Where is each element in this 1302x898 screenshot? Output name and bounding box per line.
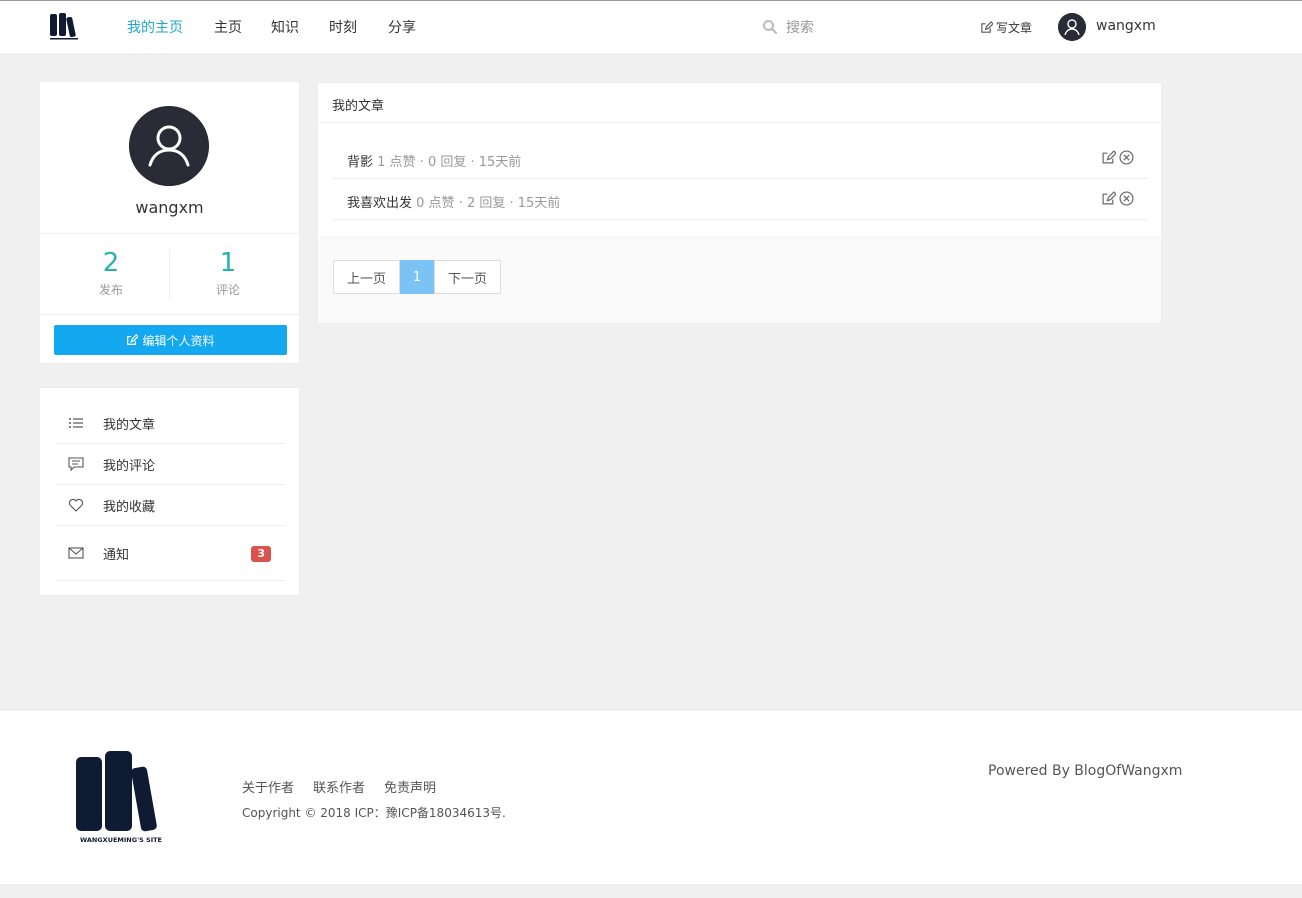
article-meta: 0 点赞 · 2 回复 · 15天前 (416, 196, 561, 211)
next-page-button[interactable]: 下一页 (434, 260, 501, 294)
disclaimer-link[interactable]: 免责声明 (384, 777, 436, 796)
footer-links: 关于作者 联系作者 免责声明 (242, 777, 436, 796)
pagination: 上一页 1 下一页 (333, 260, 501, 294)
powered-by-text: Powered By BlogOfWangxm (988, 763, 1183, 779)
comment-icon (68, 457, 84, 472)
write-article-link[interactable]: 写文章 (980, 19, 1032, 36)
my-articles-panel: 我的文章 背影 1 点赞 · 0 回复 · 15天前 我喜欢出发 0 点赞 · … (317, 82, 1162, 324)
list-icon (69, 418, 83, 428)
menu-label: 我的收藏 (103, 499, 156, 515)
posts-label: 发布 (98, 283, 123, 297)
menu-label: 我的文章 (103, 417, 156, 433)
notification-badge: 3 (251, 546, 271, 562)
edit-profile-button[interactable]: 编辑个人资料 (54, 325, 287, 355)
avatar (129, 106, 209, 186)
site-logo-icon[interactable] (48, 11, 80, 41)
profile-name: wangxm (135, 198, 204, 217)
copyright-text: Copyright © 2018 ICP：豫ICP备18034613号. (242, 806, 506, 820)
footer-logo-icon: WANGXUEMING'S SITE (76, 751, 162, 844)
comments-stat[interactable]: 1 评论 (170, 247, 286, 298)
divider (40, 314, 299, 315)
user-avatar-icon[interactable] (1058, 13, 1086, 41)
menu-item-notifications[interactable]: 通知 3 (56, 526, 285, 581)
article-title-link[interactable]: 背影 (347, 155, 373, 170)
prev-page-button[interactable]: 上一页 (333, 260, 400, 294)
nav-share[interactable]: 分享 (388, 17, 416, 37)
edit-profile-label: 编辑个人资料 (142, 333, 215, 348)
menu-label: 通知 (103, 547, 130, 563)
footer: WANGXUEMING'S SITE 关于作者 联系作者 免责声明 Copyri… (0, 711, 1302, 884)
mail-icon (68, 547, 84, 559)
pagination-area: 上一页 1 下一页 (318, 236, 1161, 323)
header-username[interactable]: wangxm (1096, 18, 1156, 34)
search-input[interactable] (786, 18, 946, 38)
profile-card: wangxm 2 发布 1 评论 编辑个人资料 (39, 81, 300, 364)
profile-menu: 我的文章 我的评论 我的收藏 通知 3 (39, 387, 300, 596)
posts-count: 2 (102, 248, 120, 278)
divider (318, 122, 1161, 123)
write-article-label: 写文章 (996, 21, 1033, 35)
posts-stat[interactable]: 2 发布 (53, 247, 169, 298)
heart-icon (68, 498, 84, 512)
edit-icon[interactable] (1101, 191, 1116, 206)
nav-knowledge[interactable]: 知识 (271, 17, 299, 37)
edit-icon (127, 334, 139, 345)
menu-label: 我的评论 (103, 458, 156, 474)
article-title-link[interactable]: 我喜欢出发 (347, 196, 412, 211)
menu-item-my-favorites[interactable]: 我的收藏 (56, 485, 285, 526)
nav-home[interactable]: 主页 (214, 17, 242, 37)
page-1-button[interactable]: 1 (400, 260, 434, 294)
divider (40, 233, 299, 234)
header: 我的主页 主页 知识 时刻 分享 写文章 wangxm (0, 1, 1302, 53)
comments-count: 1 (219, 248, 237, 278)
edit-icon (981, 21, 993, 33)
search-icon[interactable] (762, 19, 778, 35)
article-row: 我喜欢出发 0 点赞 · 2 回复 · 15天前 (333, 179, 1148, 220)
panel-title: 我的文章 (332, 99, 385, 114)
nav-moments[interactable]: 时刻 (329, 17, 357, 37)
article-row: 背影 1 点赞 · 0 回复 · 15天前 (333, 138, 1148, 179)
article-meta: 1 点赞 · 0 回复 · 15天前 (377, 155, 522, 170)
footer-logo-text: WANGXUEMING'S SITE (80, 836, 162, 844)
menu-item-my-articles[interactable]: 我的文章 (56, 403, 285, 444)
contact-author-link[interactable]: 联系作者 (313, 777, 365, 796)
edit-icon[interactable] (1101, 150, 1116, 165)
delete-icon[interactable] (1119, 191, 1134, 206)
menu-item-my-comments[interactable]: 我的评论 (56, 444, 285, 485)
nav-my-home[interactable]: 我的主页 (127, 17, 183, 37)
about-author-link[interactable]: 关于作者 (242, 777, 294, 796)
comments-label: 评论 (215, 283, 240, 297)
delete-icon[interactable] (1119, 150, 1134, 165)
